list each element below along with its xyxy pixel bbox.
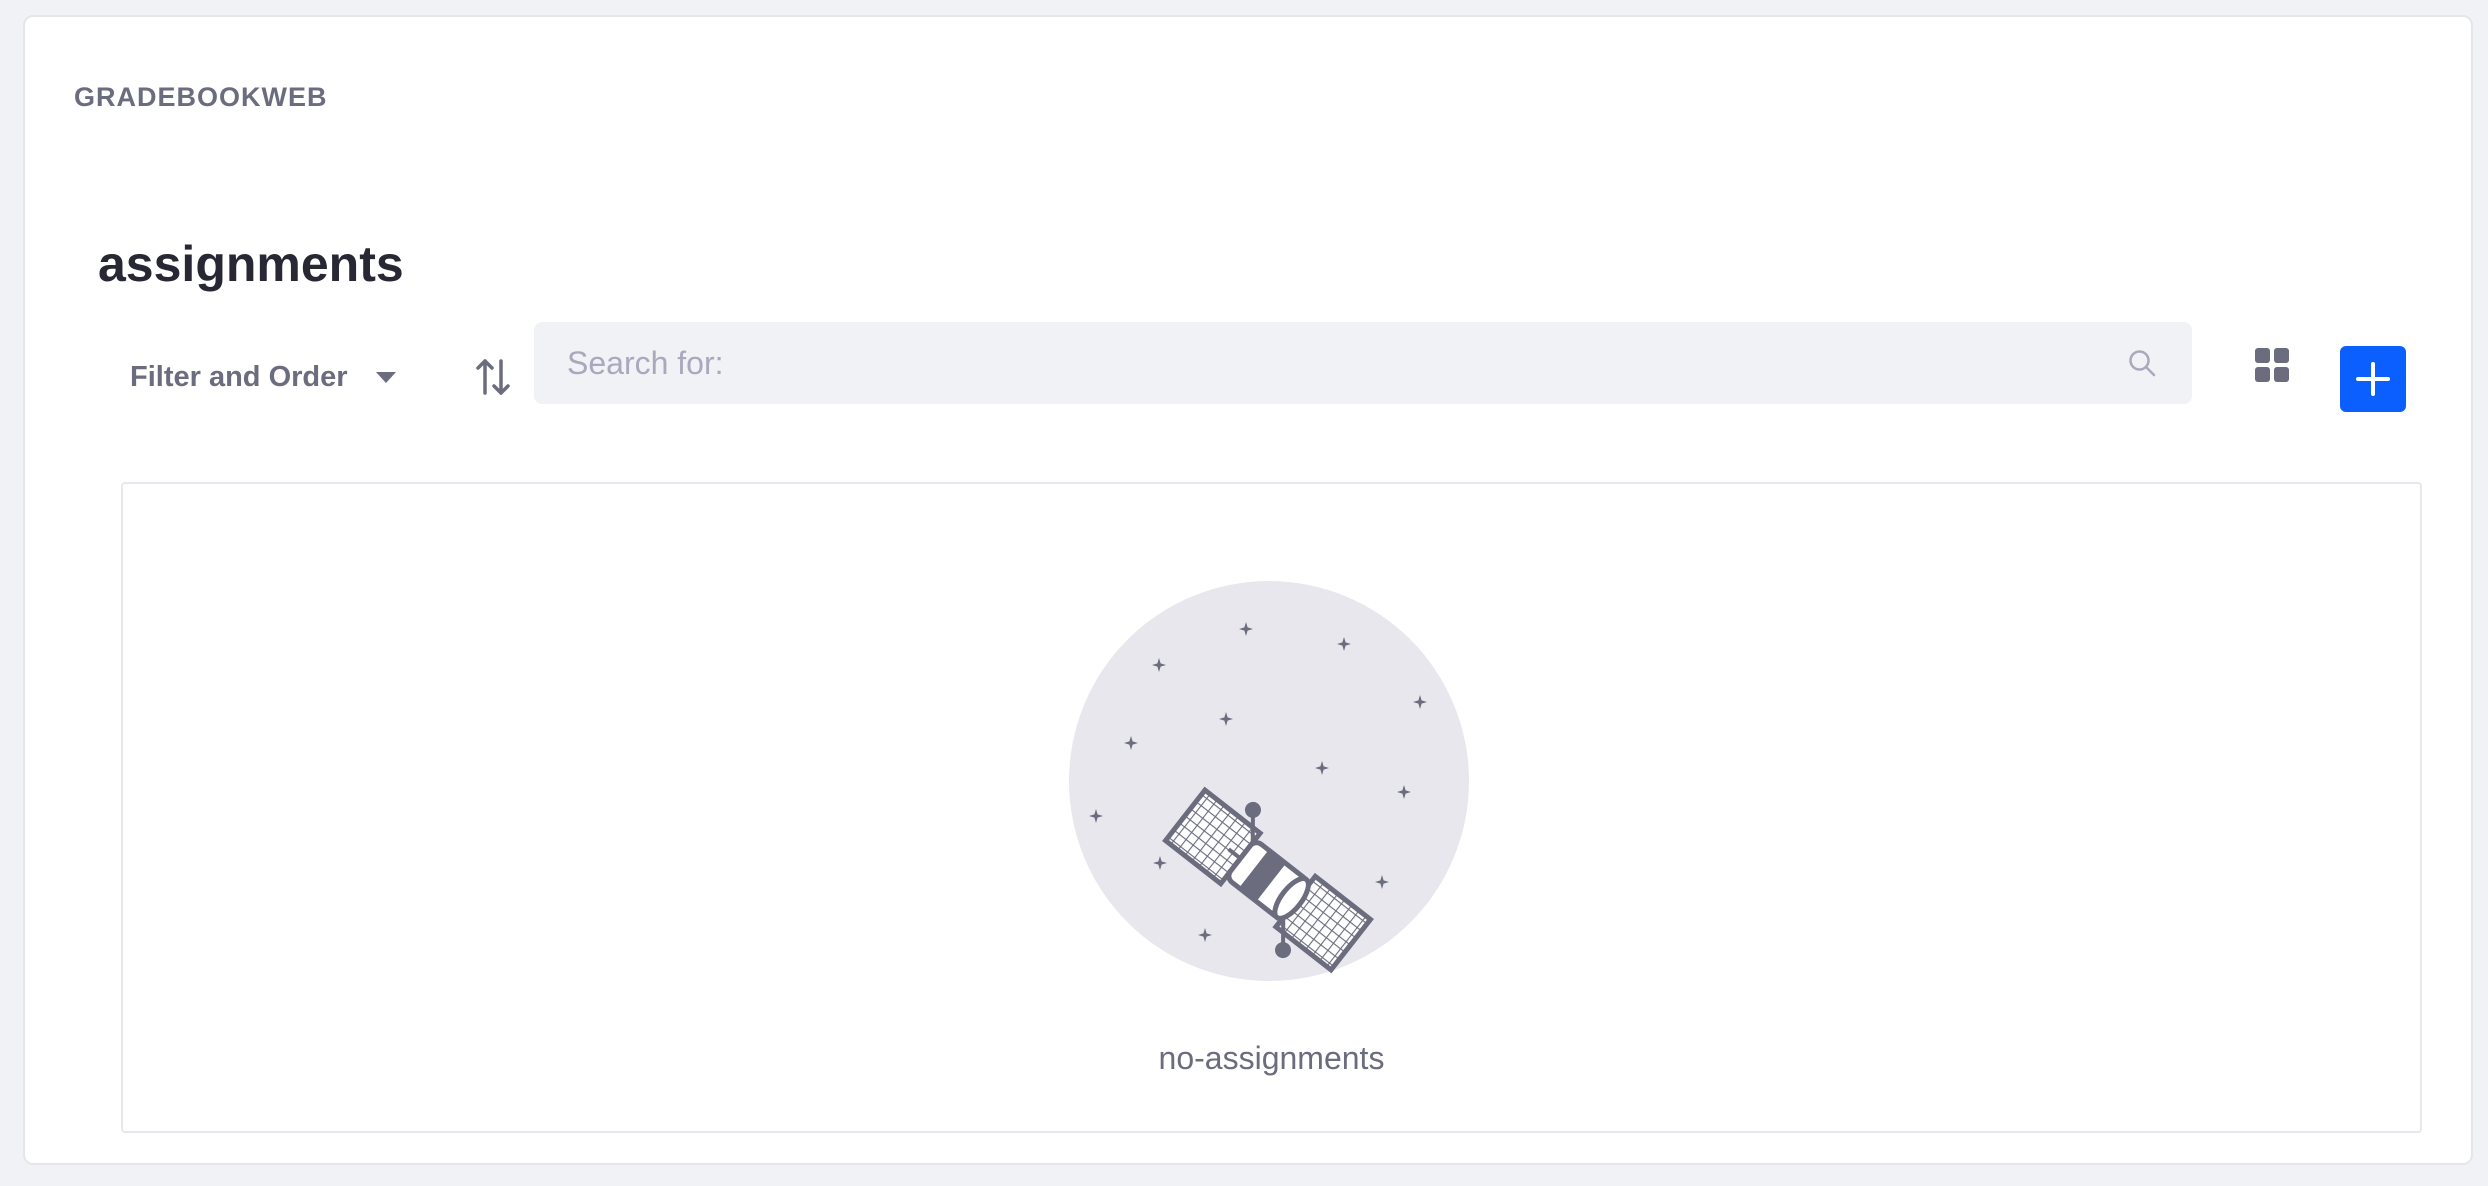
order-arrows-icon: [476, 359, 510, 395]
add-assignment-button[interactable]: [2340, 346, 2406, 412]
filter-and-order-label: Filter and Order: [130, 360, 348, 393]
sort-order-button[interactable]: [465, 347, 521, 407]
plus-icon: [2356, 362, 2390, 396]
caret-down-icon: [375, 371, 396, 383]
search-input[interactable]: [534, 322, 2122, 404]
satellite-icon: [1069, 581, 1469, 981]
search-bar: [534, 322, 2192, 404]
portlet-title: GRADEBOOKWEB: [74, 82, 328, 112]
filter-and-order-dropdown[interactable]: Filter and Order: [130, 347, 396, 407]
search-icon[interactable]: [2122, 343, 2162, 383]
display-style-button[interactable]: [2247, 340, 2297, 390]
portlet-container: GRADEBOOKWEB assignments Filter and Orde…: [23, 15, 2473, 1165]
page-title: assignments: [98, 236, 404, 292]
empty-state-panel: no-assignments: [121, 482, 2422, 1133]
empty-state-message: no-assignments: [1158, 1040, 1385, 1076]
cards-grid-icon: [2255, 348, 2289, 382]
